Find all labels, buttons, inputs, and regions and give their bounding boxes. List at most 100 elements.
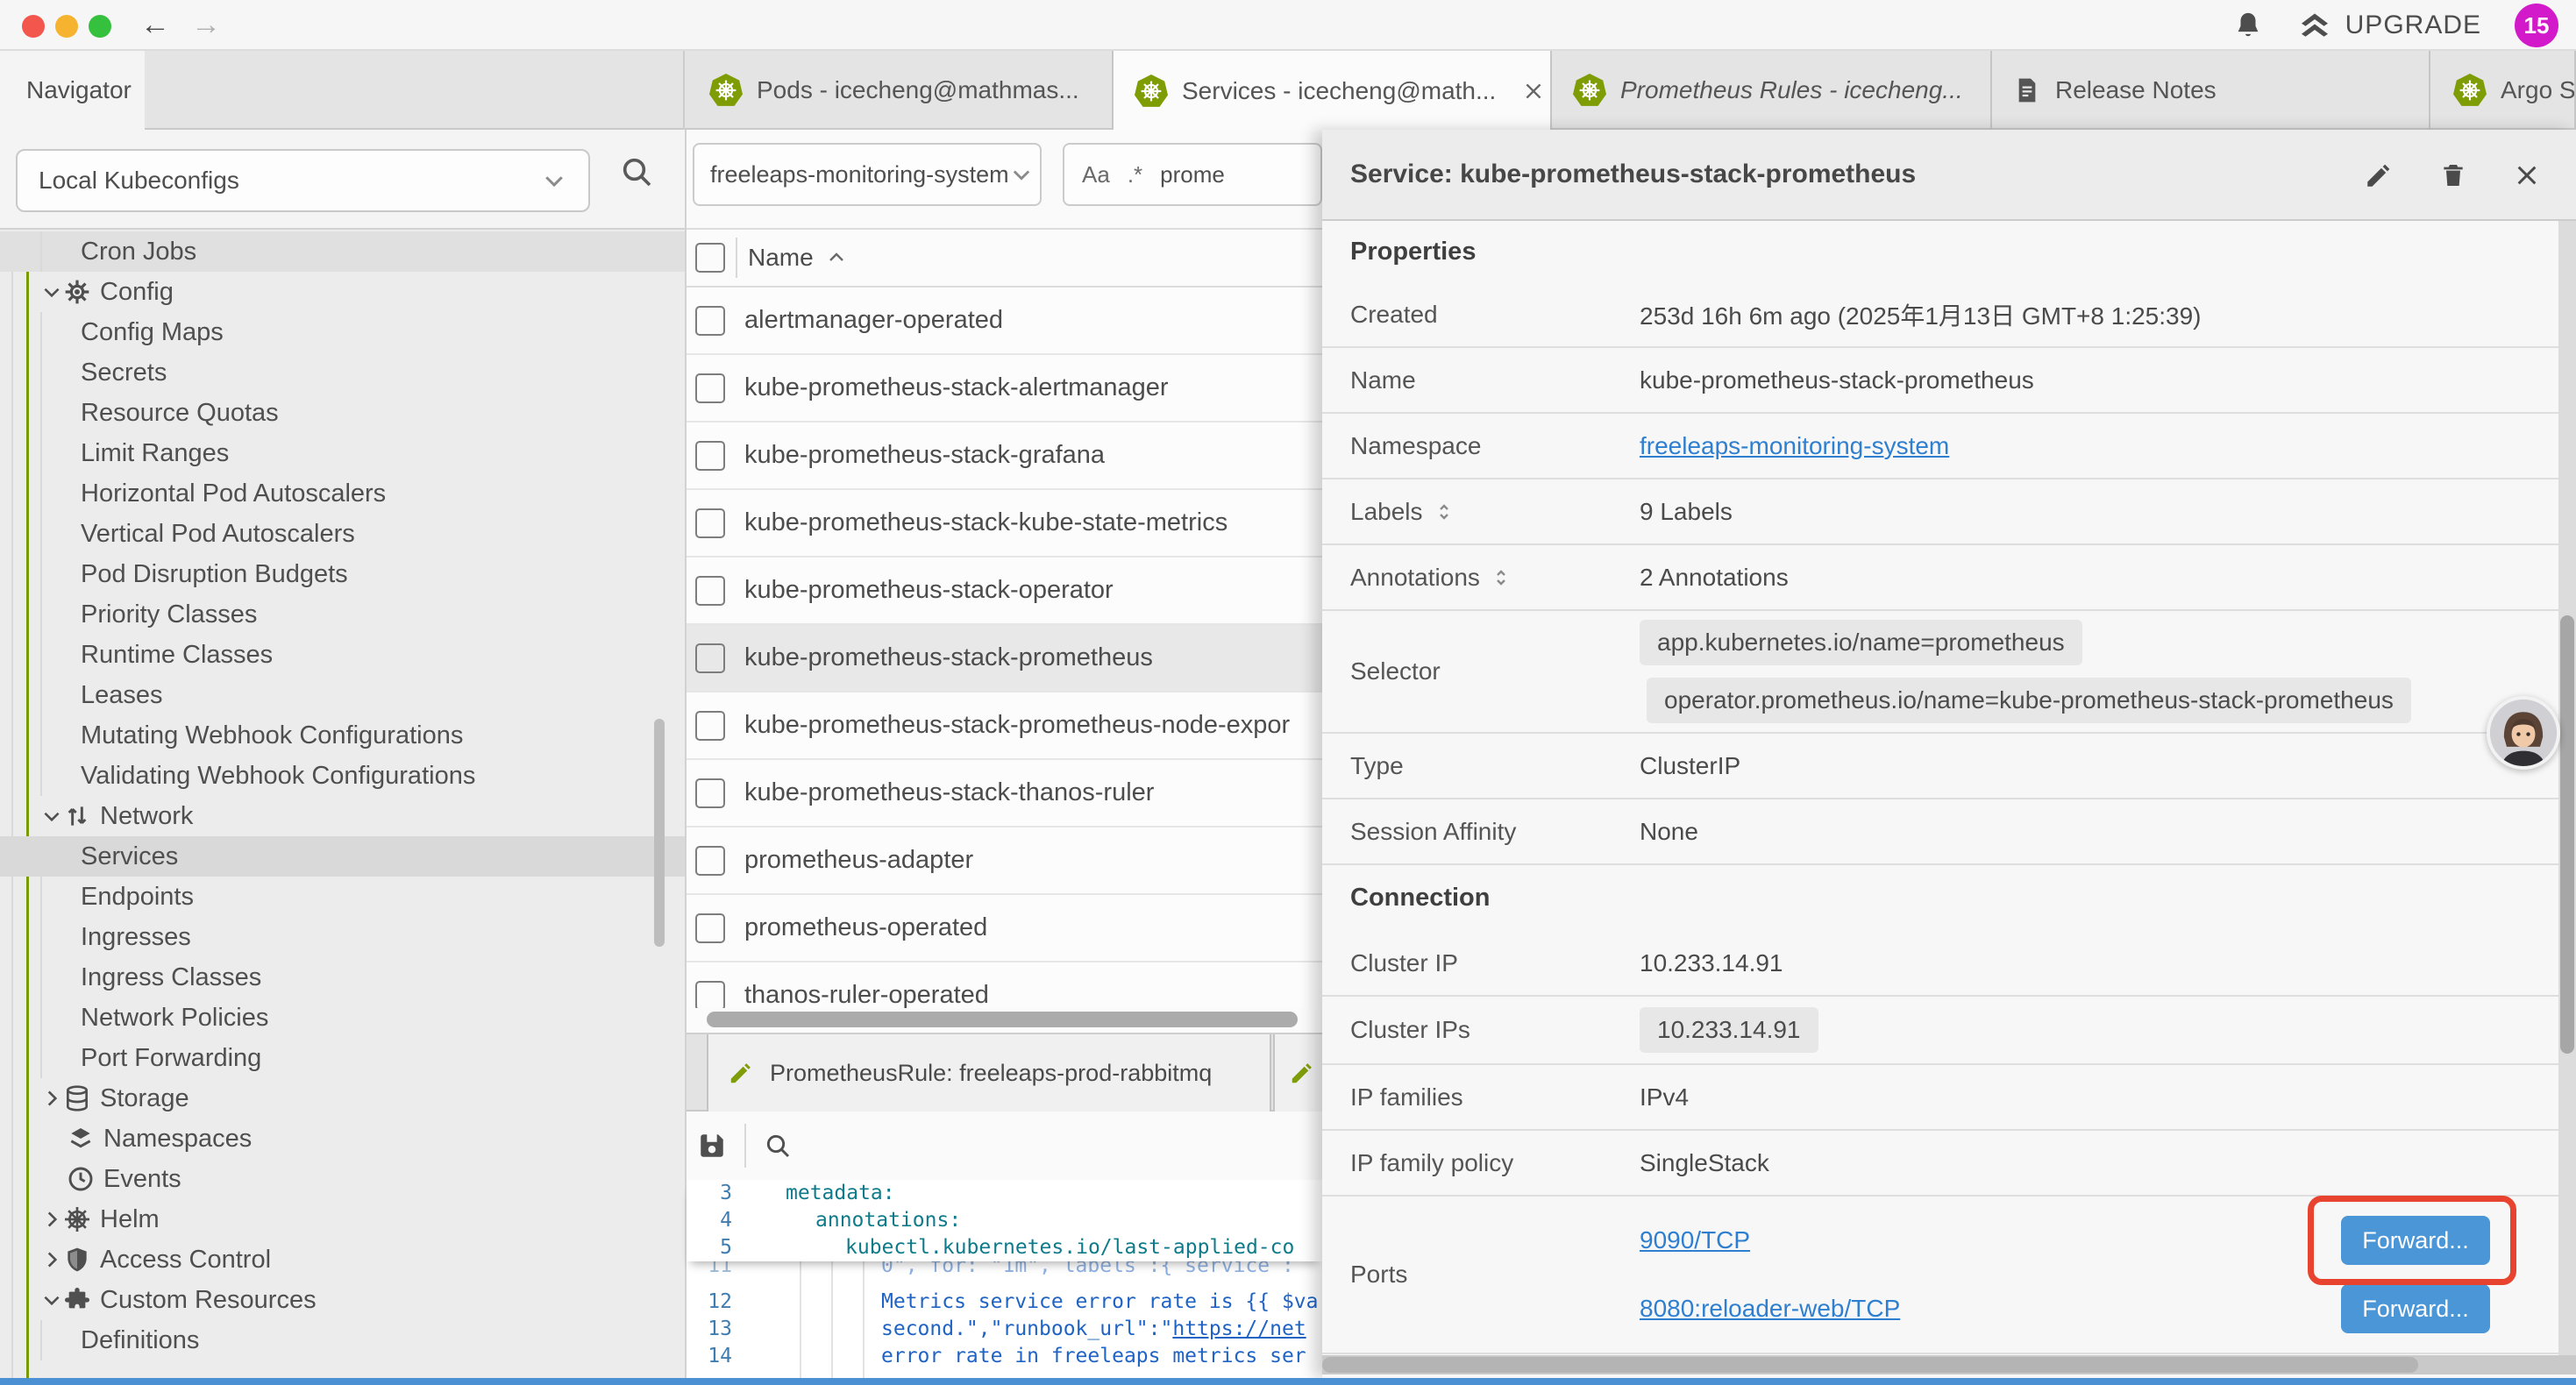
chevron-down-icon[interactable] <box>40 805 63 827</box>
sidebar-item-config[interactable]: Config <box>0 272 685 312</box>
sort-updown-icon[interactable] <box>1491 567 1512 588</box>
sidebar-item-validating-webhook-configurations[interactable]: Validating Webhook Configurations <box>0 756 685 796</box>
table-row[interactable]: kube-prometheus-stack-prometheus <box>687 625 1322 692</box>
row-checkbox[interactable] <box>695 306 725 336</box>
sidebar-item-events[interactable]: Events <box>0 1159 685 1199</box>
table-row[interactable]: prometheus-operated <box>687 895 1322 962</box>
port-link[interactable]: 8080:reloader-web/TCP <box>1640 1295 1900 1323</box>
forward-button[interactable]: Forward... <box>2341 1284 2490 1333</box>
sidebar-item-access-control[interactable]: Access Control <box>0 1239 685 1280</box>
chevron-right-icon[interactable] <box>40 1208 63 1231</box>
table-row[interactable]: kube-prometheus-stack-alertmanager <box>687 355 1322 423</box>
namespace-link[interactable]: freeleaps-monitoring-system <box>1640 432 1949 460</box>
table-row[interactable]: kube-prometheus-stack-grafana <box>687 423 1322 490</box>
tab-pods-icecheng-mathmas[interactable]: Pods - icecheng@mathmas... <box>688 51 1114 130</box>
sidebar-item-secrets[interactable]: Secrets <box>0 352 685 393</box>
tab-prometheus-rules-icecheng[interactable]: Prometheus Rules - icecheng... <box>1552 51 1992 130</box>
namespace-filter-select[interactable]: freeleaps-monitoring-system <box>693 143 1042 206</box>
row-checkbox[interactable] <box>695 778 725 808</box>
row-checkbox[interactable] <box>695 576 725 606</box>
list-search-box[interactable]: Aa .* prome <box>1063 143 1322 206</box>
editor-tab-prometheusrule[interactable]: PrometheusRule: freeleaps-prod-rabbitmq <box>707 1034 1271 1112</box>
dock-tab-bar: PrometheusRule: freeleaps-prod-rabbitmq <box>687 1033 1322 1112</box>
forward-arrow-icon[interactable]: → <box>191 7 221 42</box>
sidebar-item-cron-jobs[interactable]: Cron Jobs <box>0 231 685 272</box>
chevron-right-icon[interactable] <box>40 1087 63 1110</box>
port-link[interactable]: 9090/TCP <box>1640 1226 1750 1254</box>
save-icon[interactable] <box>697 1131 727 1161</box>
sidebar-item-resource-quotas[interactable]: Resource Quotas <box>0 393 685 433</box>
name-column-header[interactable]: Name <box>748 244 814 272</box>
tab-argo-se[interactable]: Argo Se <box>2432 51 2576 130</box>
navigator-panel-tab[interactable]: Navigator <box>0 51 145 130</box>
chevron-down-icon[interactable] <box>40 1289 63 1311</box>
kubeconfig-selector[interactable]: Local Kubeconfigs <box>16 149 590 212</box>
chevron-right-icon[interactable] <box>40 1248 63 1271</box>
row-checkbox[interactable] <box>695 373 725 403</box>
horizontal-scrollbar[interactable] <box>707 1012 1298 1027</box>
table-row[interactable]: thanos-ruler-operated <box>687 962 1322 1008</box>
row-checkbox[interactable] <box>695 643 725 673</box>
notification-count-badge[interactable]: 15 <box>2515 4 2558 47</box>
row-checkbox[interactable] <box>695 508 725 538</box>
sidebar-item-helm[interactable]: Helm <box>0 1199 685 1239</box>
search-icon[interactable] <box>619 154 654 189</box>
window-zoom-button[interactable] <box>89 15 111 38</box>
sidebar-item-network-policies[interactable]: Network Policies <box>0 998 685 1038</box>
sidebar-item-runtime-classes[interactable]: Runtime Classes <box>0 635 685 675</box>
table-row[interactable]: kube-prometheus-stack-operator <box>687 558 1322 625</box>
drawer-vertical-scrollbar[interactable] <box>2558 221 2576 1355</box>
edit-pencil-icon[interactable] <box>2364 160 2394 190</box>
sidebar-item-endpoints[interactable]: Endpoints <box>0 877 685 917</box>
window-close-button[interactable] <box>22 15 45 38</box>
table-row[interactable]: alertmanager-operated <box>687 288 1322 355</box>
row-checkbox[interactable] <box>695 981 725 1009</box>
drawer-horizontal-scrollbar[interactable] <box>1322 1355 2576 1374</box>
forward-button[interactable]: Forward... <box>2341 1216 2490 1265</box>
sidebar-item-ingress-classes[interactable]: Ingress Classes <box>0 957 685 998</box>
sidebar-item-custom-resources[interactable]: Custom Resources <box>0 1280 685 1320</box>
tab-close-icon[interactable] <box>1522 80 1545 103</box>
notifications-bell-icon[interactable] <box>2233 10 2263 41</box>
search-input[interactable]: prome <box>1160 161 1225 188</box>
close-icon[interactable] <box>2513 161 2541 189</box>
editor-tab-partial[interactable] <box>1273 1034 1322 1112</box>
trash-icon[interactable] <box>2439 160 2467 191</box>
sidebar-item-network[interactable]: Network <box>0 796 685 836</box>
sidebar-item-storage[interactable]: Storage <box>0 1078 685 1119</box>
sidebar-item-leases[interactable]: Leases <box>0 675 685 715</box>
sidebar-item-ingresses[interactable]: Ingresses <box>0 917 685 957</box>
sidebar-item-pod-disruption-budgets[interactable]: Pod Disruption Budgets <box>0 554 685 594</box>
chevron-down-icon[interactable] <box>40 281 63 303</box>
table-row[interactable]: kube-prometheus-stack-thanos-ruler <box>687 760 1322 827</box>
table-row[interactable]: kube-prometheus-stack-prometheus-node-ex… <box>687 692 1322 760</box>
table-row[interactable]: prometheus-adapter <box>687 827 1322 895</box>
table-row[interactable]: kube-prometheus-stack-kube-state-metrics <box>687 490 1322 558</box>
regex-toggle[interactable]: .* <box>1128 161 1142 188</box>
row-checkbox[interactable] <box>695 846 725 876</box>
row-checkbox[interactable] <box>695 913 725 943</box>
search-icon[interactable] <box>764 1132 792 1160</box>
sidebar-item-horizontal-pod-autoscalers[interactable]: Horizontal Pod Autoscalers <box>0 473 685 514</box>
tab-release-notes[interactable]: Release Notes <box>1992 51 2430 130</box>
sidebar-item-services[interactable]: Services <box>0 836 685 877</box>
sidebar-scrollbar[interactable] <box>652 231 666 1378</box>
sidebar-item-definitions[interactable]: Definitions <box>0 1320 685 1360</box>
tab-services-icecheng-math[interactable]: Services - icecheng@math... <box>1114 51 1552 131</box>
sidebar-item-priority-classes[interactable]: Priority Classes <box>0 594 685 635</box>
sort-updown-icon[interactable] <box>1434 501 1455 522</box>
row-checkbox[interactable] <box>695 441 725 471</box>
sidebar-item-config-maps[interactable]: Config Maps <box>0 312 685 352</box>
sidebar-item-limit-ranges[interactable]: Limit Ranges <box>0 433 685 473</box>
yaml-editor[interactable]: 3metadata:4annotations:5kubectl.kubernet… <box>687 1180 1322 1378</box>
sidebar-item-port-forwarding[interactable]: Port Forwarding <box>0 1038 685 1078</box>
back-arrow-icon[interactable]: ← <box>140 7 170 42</box>
sidebar-item-mutating-webhook-configurations[interactable]: Mutating Webhook Configurations <box>0 715 685 756</box>
match-case-toggle[interactable]: Aa <box>1082 161 1110 188</box>
select-all-checkbox[interactable] <box>695 243 725 273</box>
row-checkbox[interactable] <box>695 711 725 741</box>
sidebar-item-namespaces[interactable]: Namespaces <box>0 1119 685 1159</box>
sidebar-item-vertical-pod-autoscalers[interactable]: Vertical Pod Autoscalers <box>0 514 685 554</box>
upgrade-button[interactable]: UPGRADE <box>2296 10 2481 41</box>
window-minimize-button[interactable] <box>55 15 78 38</box>
